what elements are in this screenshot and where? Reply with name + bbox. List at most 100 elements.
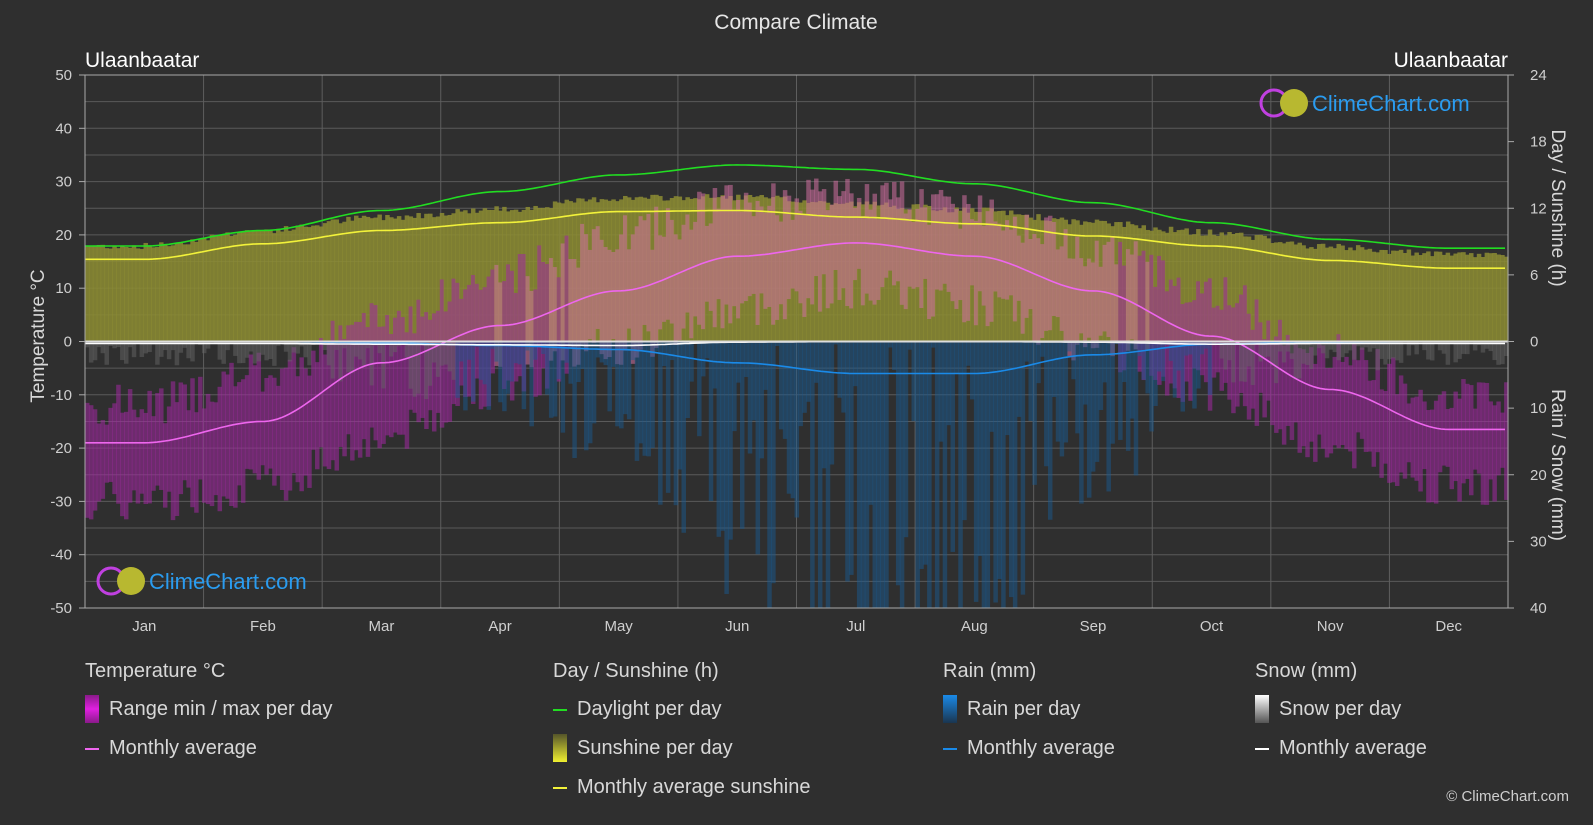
temperature-range-bar xyxy=(782,190,788,320)
rain-bar xyxy=(903,341,909,538)
temperature-range-bar xyxy=(1086,258,1092,338)
temperature-range-bar xyxy=(584,234,589,352)
temperature-range-bar xyxy=(1133,241,1139,350)
temperature-range-bar xyxy=(1398,375,1404,473)
temperature-range-bar xyxy=(420,316,425,418)
x-tick-label: Aug xyxy=(961,618,988,635)
temperature-range-bar xyxy=(864,184,870,294)
snow-bar xyxy=(338,341,343,382)
rain-bar xyxy=(560,341,566,433)
sunshine-bar xyxy=(1422,253,1427,342)
snow-bar xyxy=(123,341,129,364)
sunshine-bar xyxy=(143,242,148,342)
temperature-range-bar xyxy=(256,352,262,480)
snow-bar xyxy=(447,341,453,372)
rain-bar xyxy=(899,341,905,608)
temperature-range-bar xyxy=(689,229,694,339)
y-tick-label-right-top: 6 xyxy=(1530,267,1538,284)
copyright: © ClimeChart.com xyxy=(1446,788,1569,805)
temperature-range-bar xyxy=(638,216,644,350)
legend-item: Sunshine per day xyxy=(553,734,810,776)
legend-item: Monthly average xyxy=(943,737,1115,776)
temperature-range-bar xyxy=(88,405,94,520)
sunshine-bar xyxy=(159,242,164,342)
temperature-range-bar xyxy=(1168,279,1174,384)
legend-label: Daylight per day xyxy=(577,698,722,720)
y-tick-label-right-bottom: 10 xyxy=(1530,400,1547,417)
rain-bar xyxy=(1016,341,1022,417)
sunshine-swatch xyxy=(553,734,567,762)
temperature-range-bar xyxy=(1449,407,1455,490)
temperature-range-bar xyxy=(673,234,679,345)
temperature-range-bar xyxy=(837,196,842,300)
temperature-range-bar xyxy=(681,224,686,329)
temperature-range-bar xyxy=(131,409,137,491)
rain-bar xyxy=(529,341,534,427)
rain-bar xyxy=(681,341,686,533)
rain-bar xyxy=(1118,341,1123,440)
x-tick-label: Jul xyxy=(846,618,865,635)
rain-bar xyxy=(771,341,776,584)
y-tick-label-right-top: 18 xyxy=(1530,134,1547,151)
rain-bar xyxy=(623,341,628,415)
rain-bar xyxy=(911,341,917,422)
temperature-range-bar xyxy=(1394,394,1400,486)
y-tick-label-left: 20 xyxy=(55,227,72,244)
temperature-range-bar xyxy=(1484,382,1490,505)
snow-bar xyxy=(416,341,421,394)
rain-bar xyxy=(646,341,651,457)
rain-bar xyxy=(1020,341,1026,595)
temperature-range-bar xyxy=(993,221,998,292)
temperature-range-bar xyxy=(1020,242,1026,334)
temperature-range-bar xyxy=(1024,214,1030,318)
sunshine-bar xyxy=(260,230,265,342)
rain-bar xyxy=(981,341,987,608)
temperature-range-bar xyxy=(361,313,367,440)
temperature-range-bar xyxy=(1340,361,1345,445)
temperature-range-bar xyxy=(1379,389,1384,478)
temperature-range-bar xyxy=(1328,367,1334,454)
temperature-range-bar xyxy=(295,376,301,483)
rain-bar xyxy=(1192,341,1197,409)
temperature-range-bar xyxy=(198,376,203,480)
temperature-range-bar xyxy=(1422,401,1427,470)
rain-avg-swatch xyxy=(943,748,957,750)
temperature-range-bar xyxy=(778,221,784,305)
snow-bar xyxy=(1484,341,1490,349)
rain-bar xyxy=(634,341,640,461)
y-tick-label-right-bottom: 20 xyxy=(1530,467,1547,484)
temperature-range-bar xyxy=(786,195,792,300)
temperature-range-bar xyxy=(96,423,102,502)
rain-bar xyxy=(1141,341,1147,380)
rain-bar xyxy=(782,341,788,439)
rain-bar xyxy=(856,341,862,608)
sunshine-bar xyxy=(1274,242,1279,342)
sunshine-bar xyxy=(268,230,273,342)
rain-bar xyxy=(607,341,612,412)
temperature-range-bar xyxy=(123,411,129,520)
sunshine-bar xyxy=(1398,249,1404,342)
temperature-range-bar xyxy=(1430,409,1435,503)
rain-bar xyxy=(989,341,994,432)
temperature-range-bar xyxy=(1348,365,1353,452)
temperature-range-bar xyxy=(1106,241,1111,338)
snow-bar xyxy=(307,341,312,366)
temperature-range-bar xyxy=(919,189,924,309)
rain-bar xyxy=(868,341,874,505)
sunshine-bar xyxy=(104,248,109,342)
temperature-range-bar xyxy=(942,196,948,284)
temperature-range-bar xyxy=(817,191,823,312)
temperature-range-bar xyxy=(880,185,885,288)
temperature-range-bar xyxy=(1254,299,1260,426)
rain-bar xyxy=(962,341,967,521)
temperature-range-bar xyxy=(307,375,312,488)
temperature-range-bar xyxy=(194,412,199,513)
sunshine-bar xyxy=(1418,255,1423,342)
temperature-range-bar xyxy=(1114,264,1119,342)
temperature-range-bar xyxy=(833,180,839,271)
sunshine-bar xyxy=(1281,243,1287,342)
rain-bar xyxy=(821,341,827,469)
temperature-range-bar xyxy=(962,195,967,323)
x-tick-label: Nov xyxy=(1317,618,1344,635)
rain-bar xyxy=(825,341,831,608)
